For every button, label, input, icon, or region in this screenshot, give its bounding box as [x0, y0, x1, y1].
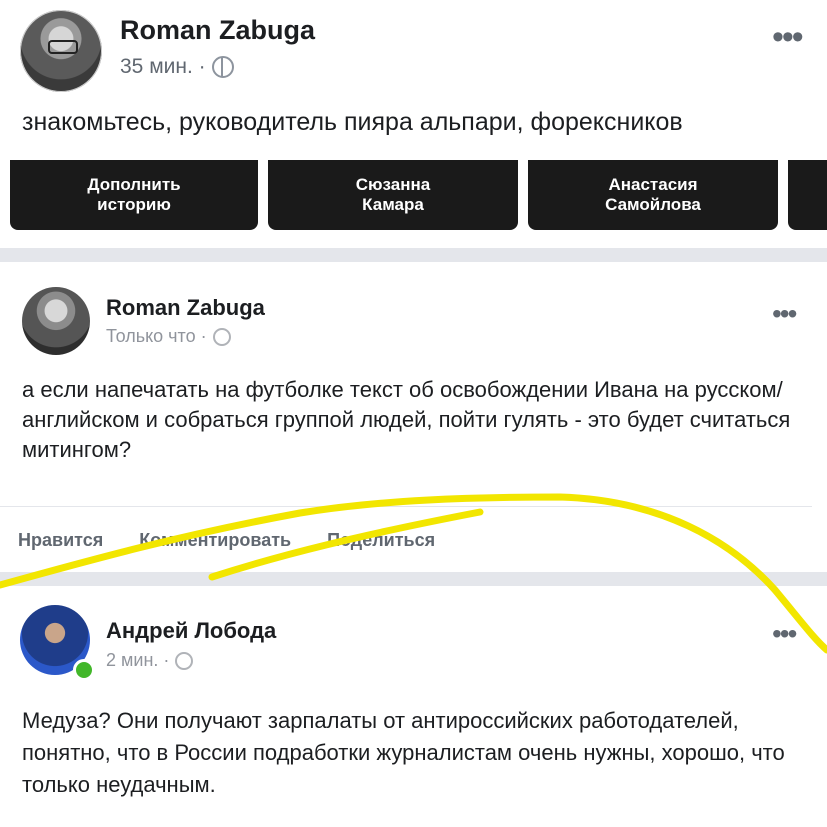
post-time[interactable]: 35 мин. ·: [120, 55, 206, 79]
more-options-icon[interactable]: •••: [772, 20, 804, 54]
share-button[interactable]: Поделиться: [327, 530, 435, 551]
author-name[interactable]: Андрей Лобода: [106, 618, 276, 644]
post-time[interactable]: 2 мин. ·: [106, 650, 169, 671]
author-name[interactable]: Roman Zabuga: [106, 295, 265, 321]
globe-icon: [175, 651, 194, 670]
feed-separator: [0, 248, 827, 262]
story-label: Сюзанна Камара: [355, 175, 431, 214]
post-text: а если напечатать на футболке текст об о…: [22, 377, 791, 462]
post-text: знакомьтесь, руководитель пияра альпари,…: [22, 108, 683, 136]
post-time[interactable]: Только что ·: [106, 326, 207, 347]
author-avatar[interactable]: [20, 10, 102, 92]
post-meta: 2 мин. ·: [106, 650, 194, 671]
post-meta: 35 мин. ·: [120, 55, 234, 79]
globe-icon: [211, 56, 234, 78]
story-card-partial[interactable]: [788, 160, 827, 230]
comment-button[interactable]: Комментировать: [139, 530, 291, 551]
author-name[interactable]: Roman Zabuga: [120, 15, 315, 46]
story-label: Дополнить историю: [87, 175, 181, 214]
more-options-icon[interactable]: •••: [772, 620, 797, 648]
post-meta: Только что ·: [106, 326, 231, 347]
story-card-anastasia[interactable]: Анастасия Самойлова: [528, 160, 778, 230]
globe-icon: [212, 327, 231, 346]
story-card-add[interactable]: Дополнить историю: [10, 160, 258, 230]
more-options-icon[interactable]: •••: [772, 300, 797, 328]
glasses-shape: [48, 40, 78, 54]
author-avatar[interactable]: [22, 287, 90, 355]
story-card-susanna[interactable]: Сюзанна Камара: [268, 160, 518, 230]
post-actions: Нравится Комментировать Поделиться: [18, 530, 435, 551]
like-button[interactable]: Нравится: [18, 530, 103, 551]
online-status-dot: [73, 659, 95, 681]
feed-separator: [0, 572, 827, 586]
divider: [0, 506, 812, 507]
post-text: Медуза? Они получают зарпалаты от антиро…: [22, 708, 785, 797]
story-label: Анастасия Самойлова: [605, 175, 701, 214]
